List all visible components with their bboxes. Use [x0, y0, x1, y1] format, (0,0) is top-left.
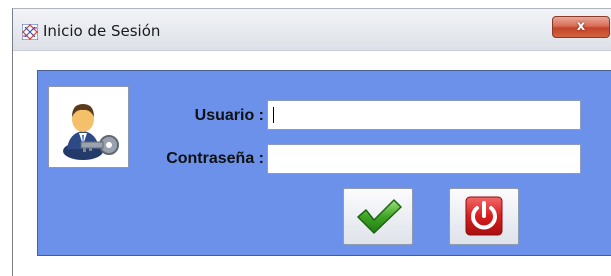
username-label: Usuario :	[194, 107, 264, 124]
login-window: Inicio de Sesión x Usuario : Contraseña …	[12, 8, 611, 276]
username-field[interactable]	[267, 100, 581, 130]
password-label: Contraseña :	[166, 150, 264, 167]
power-icon	[465, 196, 503, 236]
exit-button[interactable]	[449, 188, 519, 245]
accept-button[interactable]	[343, 188, 413, 245]
text-caret	[273, 107, 274, 123]
title-bar[interactable]: Inicio de Sesión x	[13, 9, 611, 51]
password-field[interactable]	[267, 144, 581, 174]
app-grid-icon	[21, 23, 39, 41]
close-icon: x	[576, 19, 586, 34]
close-button[interactable]: x	[552, 16, 610, 38]
screen-edge	[0, 8, 12, 276]
login-panel: Usuario : Contraseña :	[37, 70, 611, 256]
checkmark-icon	[357, 199, 402, 234]
window-title: Inicio de Sesión	[43, 22, 161, 40]
user-key-icon	[48, 86, 129, 168]
